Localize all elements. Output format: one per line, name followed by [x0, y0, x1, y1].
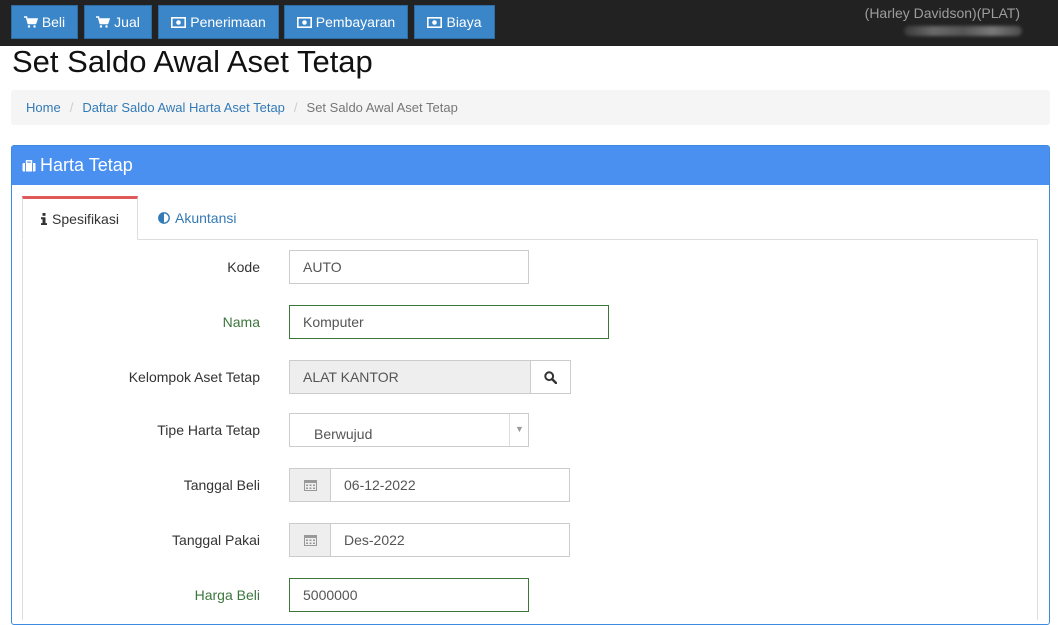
breadcrumb: Home / Daftar Saldo Awal Harta Aset Teta… — [11, 90, 1050, 125]
redacted-username — [904, 26, 1022, 36]
calendar-icon — [303, 480, 317, 491]
nama-field[interactable]: Komputer — [289, 305, 609, 339]
harga-beli-field[interactable]: 5000000 — [289, 578, 529, 612]
panel-title: Harta Tetap — [40, 155, 133, 175]
nav-button-biaya[interactable]: Biaya — [414, 5, 495, 39]
tipe-select[interactable]: Berwujud — [289, 413, 529, 447]
tanggal-beli-calendar-addon[interactable] — [289, 468, 331, 502]
tanggal-pakai-field[interactable]: Des-2022 — [330, 523, 570, 557]
chevron-down-icon: ▼ — [515, 424, 524, 434]
nama-label: Nama — [222, 314, 260, 330]
tipe-label: Tipe Harta Tetap — [157, 422, 260, 438]
kode-field[interactable]: AUTO — [289, 250, 529, 284]
tanggal-pakai-calendar-addon[interactable] — [289, 523, 331, 557]
money-icon — [427, 16, 443, 28]
breadcrumb-current: Set Saldo Awal Aset Tetap — [306, 100, 458, 115]
top-navbar: Beli Jual Penerimaan Pembayaran Biaya (H… — [0, 0, 1058, 46]
kode-label: Kode — [227, 259, 260, 275]
nav-button-beli[interactable]: Beli — [11, 5, 78, 39]
cart-icon — [23, 16, 38, 28]
nav-button-pembayaran[interactable]: Pembayaran — [284, 5, 408, 39]
breadcrumb-list-link[interactable]: Daftar Saldo Awal Harta Aset Tetap — [82, 100, 285, 115]
kelompok-search-button[interactable] — [530, 360, 571, 394]
cart-icon — [96, 16, 111, 28]
tanggal-beli-field[interactable]: 06-12-2022 — [330, 468, 570, 502]
search-icon — [544, 370, 557, 384]
nav-button-label: Beli — [41, 14, 66, 30]
tab-akuntansi[interactable]: Akuntansi — [158, 196, 236, 240]
tanggal-beli-label: Tanggal Beli — [183, 477, 260, 493]
page-title: Set Saldo Awal Aset Tetap — [12, 44, 373, 79]
user-info[interactable]: (Harley Davidson)(PLAT) — [865, 5, 1020, 21]
calendar-icon — [303, 535, 317, 546]
tanggal-pakai-label: Tanggal Pakai — [172, 532, 260, 548]
nav-button-penerimaan[interactable]: Penerimaan — [158, 5, 279, 39]
panel-heading: Harta Tetap — [12, 146, 1049, 185]
kelompok-label: Kelompok Aset Tetap — [128, 369, 260, 385]
breadcrumb-separator: / — [69, 100, 74, 115]
nav-button-label: Biaya — [446, 14, 482, 30]
harga-beli-label: Harga Beli — [194, 587, 260, 603]
select-divider — [509, 414, 510, 446]
tab-label: Akuntansi — [175, 210, 237, 226]
nav-button-label: Jual — [114, 14, 140, 30]
money-icon — [171, 16, 187, 28]
nav-button-label: Penerimaan — [190, 14, 266, 30]
kelompok-field: ALAT KANTOR — [289, 360, 531, 394]
info-icon — [41, 213, 48, 225]
nav-button-jual[interactable]: Jual — [84, 5, 152, 39]
tab-label: Spesifikasi — [52, 211, 119, 227]
breadcrumb-home-link[interactable]: Home — [26, 100, 61, 115]
tab-spesifikasi[interactable]: Spesifikasi — [22, 196, 138, 240]
money-icon — [296, 16, 312, 28]
tipe-selected-value: Berwujud — [314, 425, 373, 442]
breadcrumb-separator: / — [293, 100, 298, 115]
adjust-icon — [158, 212, 170, 224]
briefcase-icon — [22, 159, 36, 171]
nav-button-label: Pembayaran — [315, 14, 396, 30]
